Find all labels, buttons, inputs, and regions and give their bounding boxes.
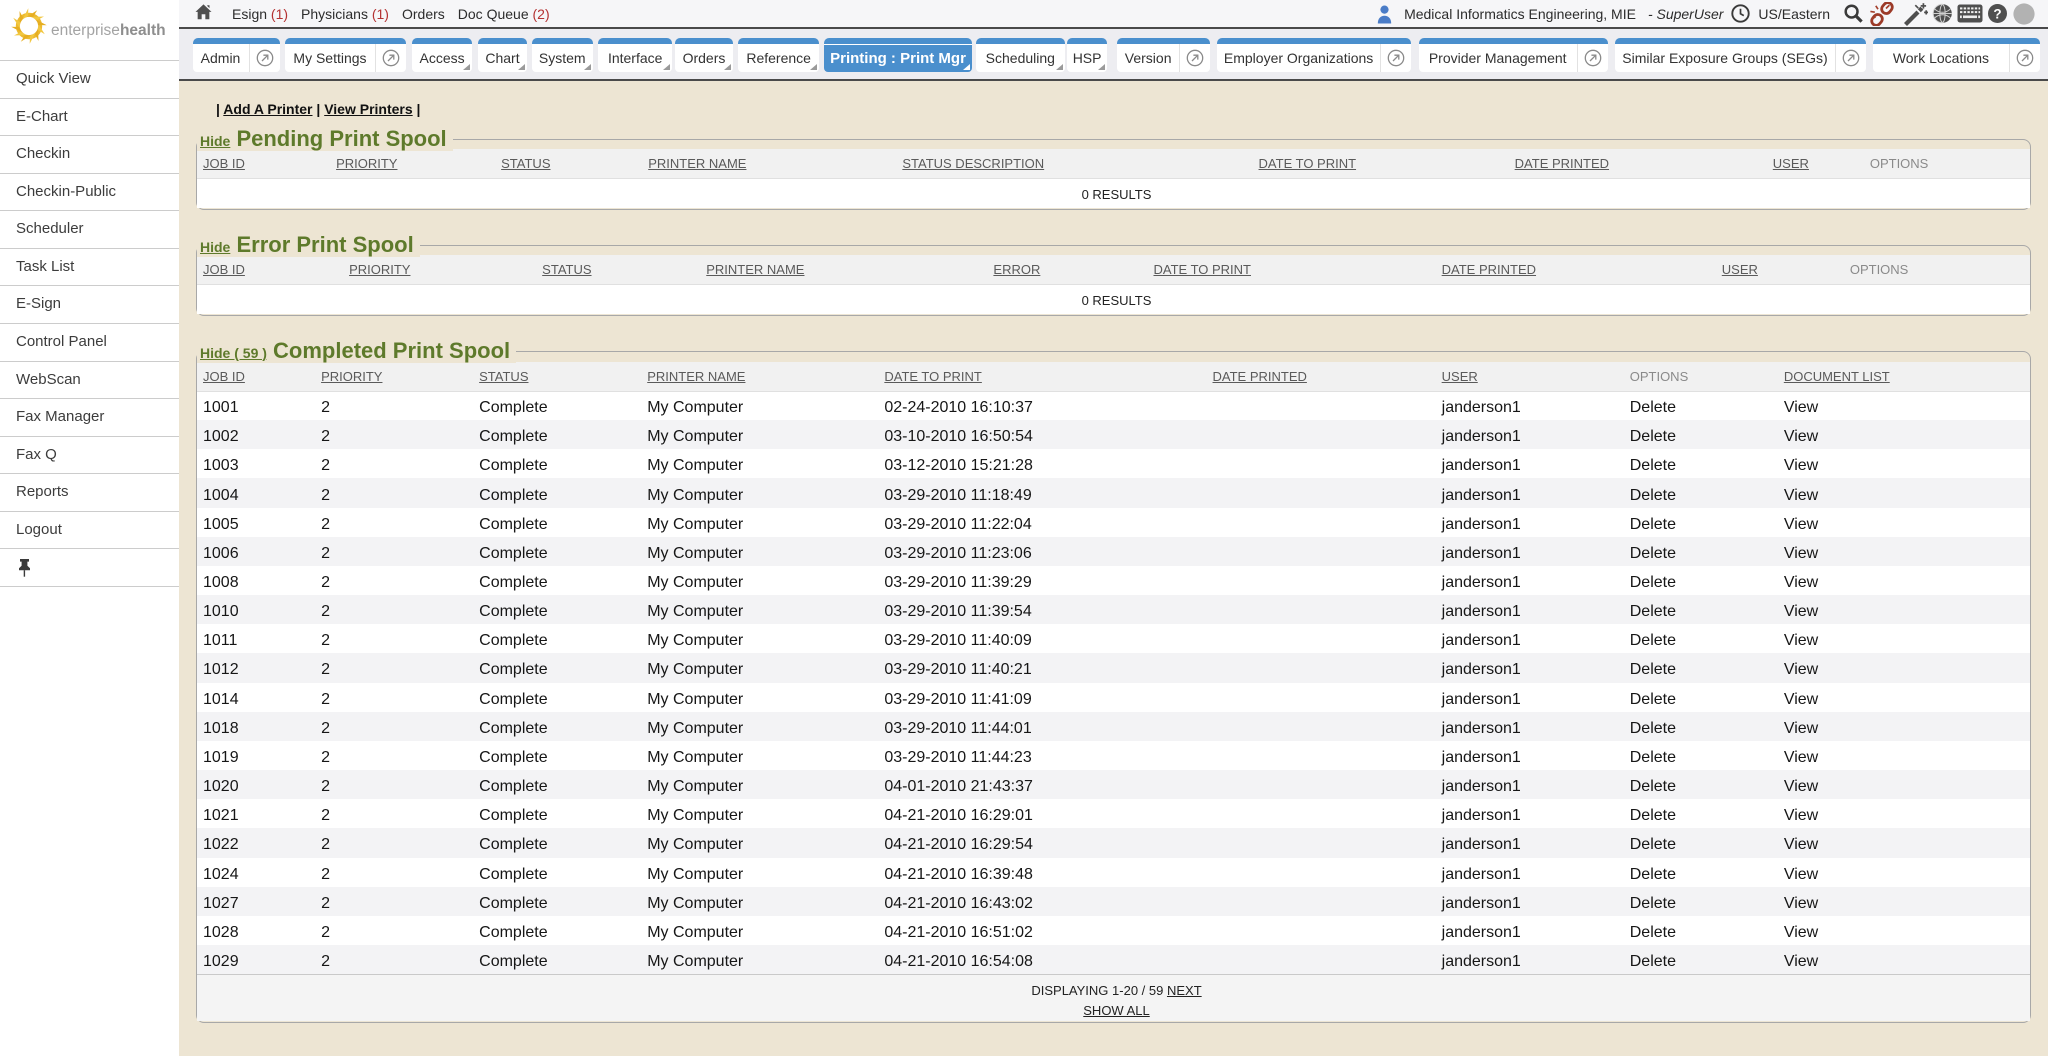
svg-text:?: ?	[1993, 7, 2001, 22]
